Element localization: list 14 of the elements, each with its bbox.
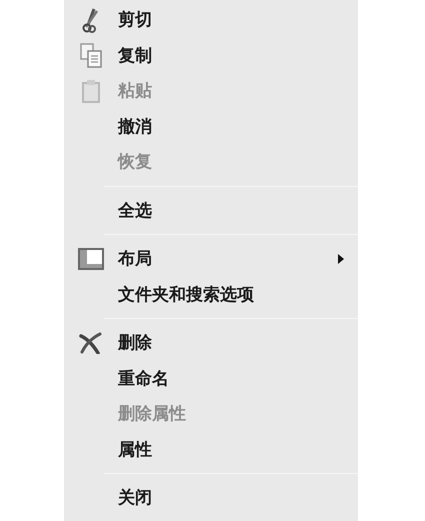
panel-layout-icon — [78, 248, 104, 270]
menu-item[interactable]: 删除 — [118, 334, 358, 352]
menu-item[interactable]: 重命名 — [118, 370, 358, 387]
menu-item[interactable]: 撤消 — [118, 118, 358, 135]
copy-icon — [79, 42, 103, 68]
menu-item[interactable]: 布局 — [118, 250, 338, 268]
menu-item[interactable]: 文件夹和搜索选项 — [118, 286, 358, 303]
menu-item[interactable]: 复制 — [118, 46, 358, 64]
menu-item[interactable]: 剪切 — [118, 11, 358, 28]
delete-icon — [78, 332, 104, 354]
menu-item[interactable]: 全选 — [118, 202, 358, 219]
clipboard-icon — [81, 78, 101, 103]
menu-item[interactable]: 关闭 — [118, 489, 358, 506]
menu-item[interactable]: 属性 — [118, 440, 358, 458]
